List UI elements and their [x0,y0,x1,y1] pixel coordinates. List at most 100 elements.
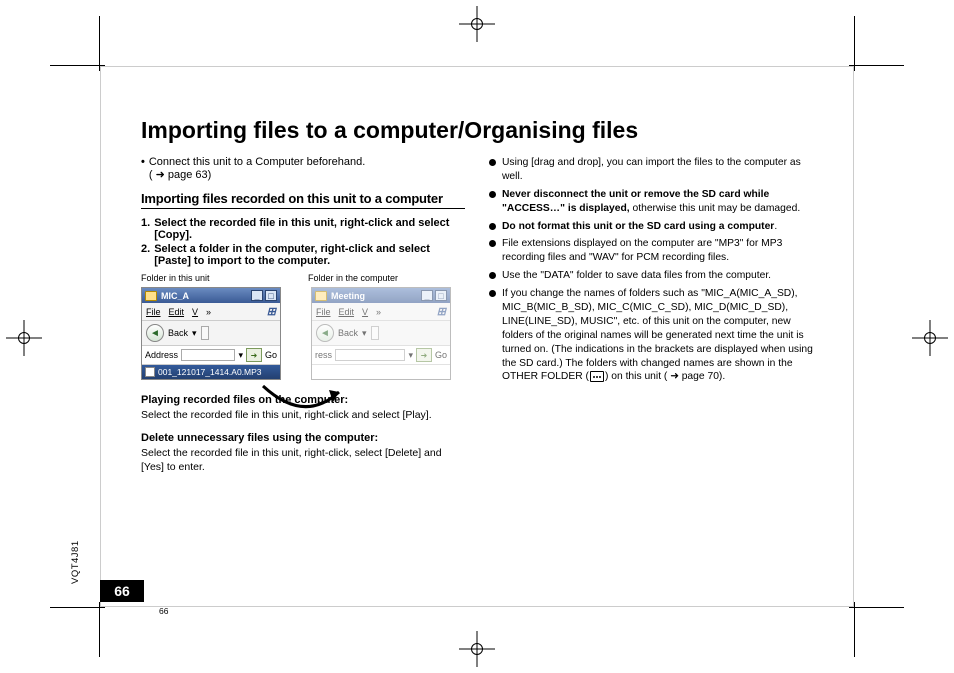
window-controls: _ □ [251,290,277,301]
file-icon [145,367,155,377]
item-text: File extensions displayed on the compute… [502,237,813,265]
bullet-mark: • [141,156,145,181]
item-text-b: ) on this unit ( ➜ page 70). [605,371,725,382]
minimize-icon: _ [421,290,433,301]
caption-folder-computer: Folder in the computer [308,273,465,283]
list-item: If you change the names of folders such … [489,287,813,384]
windows-logo-icon: ⊞ [267,305,276,318]
back-button-icon: ◄ [146,324,164,342]
item-text: otherwise this unit may be damaged. [630,203,801,214]
explorer-window-source: MIC_A _ □ File Edit V » ⊞ ◄ [141,287,281,380]
crop-mark [849,65,904,66]
menu-more: » [376,307,381,317]
address-label: Address [145,350,178,360]
crop-mark [849,607,904,608]
bullet-icon [489,223,496,230]
crop-mark [50,65,105,66]
window-title: MIC_A [161,291,189,301]
bullet-icon [489,240,496,247]
window-controls: _ □ [421,290,447,301]
note-page-ref: ( ➜ page 63) [149,169,211,181]
menu-more: » [206,307,211,317]
item-text: Use the "DATA" folder to save data files… [502,269,813,283]
folder-icon [315,291,327,301]
crop-mark [854,16,855,71]
bullet-icon [489,191,496,198]
crop-mark [99,16,100,71]
menu-view: V [192,307,198,317]
registration-mark-right [912,320,948,356]
selected-file-name: 001_121017_1414.A0.MP3 [158,367,262,377]
item-text-a: If you change the names of folders such … [502,288,813,382]
list-item: Use the "DATA" folder to save data files… [489,269,813,283]
menu-file: File [146,307,161,317]
dropdown-icon: ▾ [192,328,197,339]
item-bold: Do not format this unit or the SD card u… [502,221,774,232]
maximize-icon: □ [265,290,277,301]
list-item: Using [drag and drop], you can import th… [489,156,813,184]
document-code: VQT4J81 [70,540,81,584]
step-number: 2. [141,243,150,267]
item-text: . [774,221,777,232]
step-1: 1. Select the recorded file in this unit… [141,217,465,241]
caption-folder-unit: Folder in this unit [141,273,298,283]
minimize-icon: _ [251,290,263,301]
document-page: Importing files to a computer/Organising… [100,66,854,607]
explorer-window-target: Meeting _ □ File Edit V » ⊞ ◄ [311,287,451,380]
crop-mark [50,607,105,608]
right-column: Using [drag and drop], you can import th… [489,156,813,475]
crop-mark [99,602,100,657]
item-text: Using [drag and drop], you can import th… [502,156,813,184]
list-item: File extensions displayed on the compute… [489,237,813,265]
back-button-icon: ◄ [316,324,334,342]
transfer-arrow-icon [259,382,349,422]
bullet-icon [489,159,496,166]
connect-note: • Connect this unit to a Computer before… [141,156,465,181]
menu-edit: Edit [339,307,355,317]
step-number: 1. [141,217,150,241]
registration-mark-bottom [459,631,495,667]
step-text: Select the recorded file in this unit, r… [154,217,465,241]
go-button: ➜ [246,348,262,362]
bullet-icon [489,290,496,297]
go-button: ➜ [416,348,432,362]
menu-view: V [362,307,368,317]
windows-logo-icon: ⊞ [437,305,446,318]
crop-mark [854,602,855,657]
list-item: Never disconnect the unit or remove the … [489,188,813,216]
nav-separator [371,326,379,340]
back-label: Back [338,328,358,338]
folder-icon [184,351,193,359]
subheading-delete: Delete unnecessary files using the compu… [141,432,465,444]
bullet-icon [489,272,496,279]
back-label: Back [168,328,188,338]
dropdown-icon: ▾ [238,350,243,361]
go-label: Go [265,350,277,360]
dropdown-icon: ▾ [408,350,413,361]
step-2: 2. Select a folder in the computer, righ… [141,243,465,267]
left-column: • Connect this unit to a Computer before… [141,156,465,475]
note-text: Connect this unit to a Computer beforeha… [149,156,365,168]
nav-separator [201,326,209,340]
other-folder-icon [590,371,604,382]
list-item: Do not format this unit or the SD card u… [489,220,813,234]
window-title: Meeting [331,291,365,301]
page-number-small: 66 [159,606,168,616]
step-text: Select a folder in the computer, right-c… [154,243,465,267]
address-label: ress [315,350,332,360]
body-delete: Select the recorded file in this unit, r… [141,446,465,474]
folder-icon [145,291,157,301]
screenshot-captions: Folder in this unit Folder in the comput… [141,273,465,283]
screenshot-illustration: MIC_A _ □ File Edit V » ⊞ ◄ [141,287,465,380]
menu-edit: Edit [169,307,185,317]
dropdown-icon: ▾ [362,328,367,339]
go-label: Go [435,350,447,360]
page-number: 66 [100,580,144,602]
registration-mark-left [6,320,42,356]
section-heading-import: Importing files recorded on this unit to… [141,191,465,209]
menu-file: File [316,307,331,317]
registration-mark-top [459,6,495,42]
page-title: Importing files to a computer/Organising… [141,117,813,144]
folder-icon [338,351,347,359]
maximize-icon: □ [435,290,447,301]
